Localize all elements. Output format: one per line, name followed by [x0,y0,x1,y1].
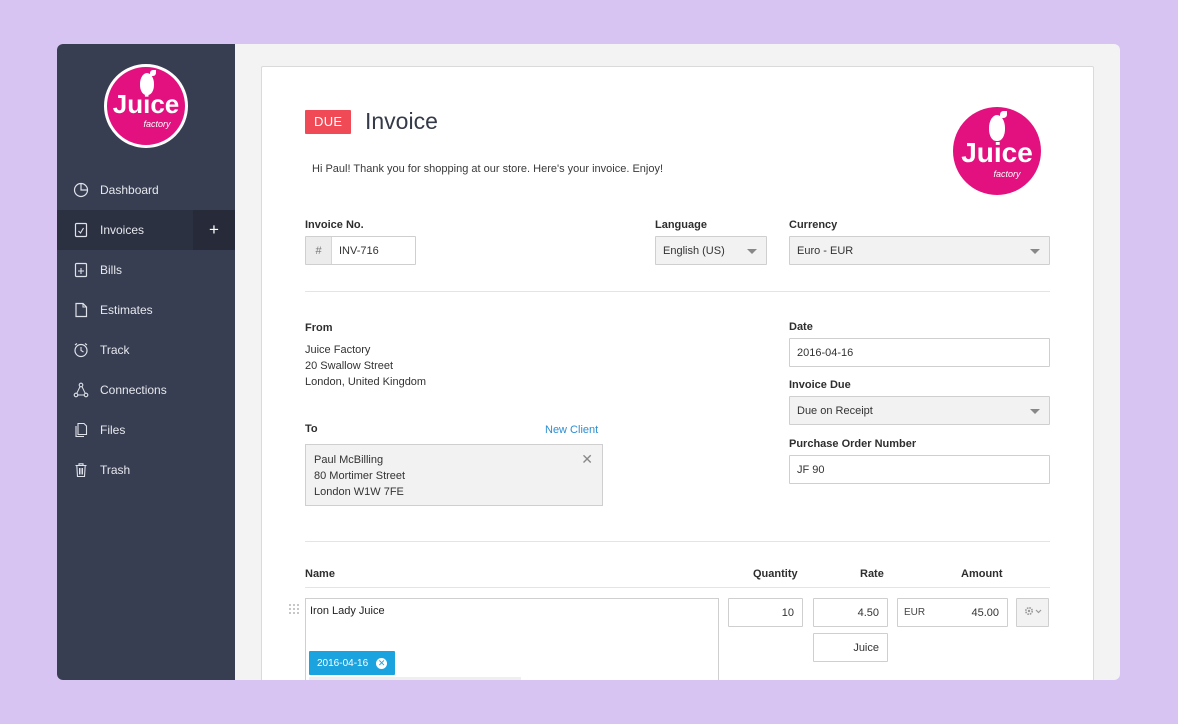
chevron-down-icon [1030,249,1040,254]
logo-word: Juice [961,137,1033,168]
address-line: 20 Swallow Street [305,360,394,372]
sidebar-nav: Dashboard Invoices + Bills Estimates Tra… [57,170,235,490]
invoice-due-value: Due on Receipt [797,404,873,417]
chevron-down-icon [1030,409,1040,414]
address-line: London, United Kingdom [305,376,427,388]
trash-icon [73,462,89,478]
address-line: 80 Mortimer Street [314,470,406,482]
rate-value: 4.50 [857,606,879,619]
add-invoice-button[interactable]: + [193,210,235,250]
invoice-number-value: INV-716 [339,244,379,257]
date-value: 2016-04-16 [797,346,854,359]
gear-icon [1023,604,1043,622]
purchase-order-input[interactable]: JF 90 [789,455,1050,484]
placeholder-bar [309,677,521,680]
remove-tag-icon[interactable]: ✕ [376,657,388,669]
invoice-number-label: Invoice No. [305,219,364,231]
language-value: English (US) [663,244,725,257]
app-window: Juice factory Dashboard Invoices + Bills… [57,44,1120,680]
address-line: Paul McBilling [314,454,384,466]
quantity-value: 10 [781,606,794,619]
connections-icon [73,382,89,398]
unit-input[interactable]: Juice [813,633,888,662]
currency-select[interactable]: Euro - EUR [789,236,1050,265]
juice-factory-logo[interactable]: Juice factory [104,64,188,148]
invoice-due-label: Invoice Due [789,379,851,391]
sidebar-item-label: Connections [100,383,167,397]
quantity-input[interactable]: 10 [728,598,803,627]
address-line: London W1W 7FE [314,486,404,498]
sidebar-item-label: Dashboard [100,183,159,197]
address-line: Juice Factory [305,344,371,356]
sidebar-item-trash[interactable]: Trash [57,450,235,490]
sidebar-item-label: Bills [100,263,123,277]
clock-icon [73,342,89,358]
hash-prefix: # [306,237,332,264]
sidebar-item-invoices[interactable]: Invoices + [57,210,235,250]
sidebar-item-label: Trash [100,463,131,477]
invoice-card: DUE Invoice Hi Paul! Thank you for shopp… [261,66,1094,680]
close-icon[interactable]: ✕ [581,451,593,467]
status-badge: DUE [305,110,352,134]
sidebar-item-track[interactable]: Track [57,330,235,370]
sidebar-item-label: Files [100,423,126,437]
invoice-due-select[interactable]: Due on Receipt [789,396,1050,425]
language-select[interactable]: English (US) [655,236,767,265]
amount-value: 45.00 [971,606,999,619]
logo-subtitle: factory [143,119,171,129]
greeting-message[interactable]: Hi Paul! Thank you for shopping at our s… [312,163,663,175]
date-tag-label: 2016-04-16 [317,657,369,669]
section-divider [305,291,1050,292]
column-header-name: Name [305,568,335,580]
amount-field[interactable]: EUR 45.00 [897,598,1008,627]
table-header-divider [305,587,1050,588]
currency-label: Currency [789,219,838,231]
section-divider [305,541,1050,542]
column-header-amount: Amount [961,568,1003,580]
row-settings-button[interactable] [1016,598,1049,627]
sidebar-item-connections[interactable]: Connections [57,370,235,410]
company-logo[interactable]: Juice factory [953,107,1041,195]
date-label: Date [789,321,813,333]
files-icon [73,422,89,438]
currency-value: Euro - EUR [797,244,854,257]
item-name-value: Iron Lady Juice [310,605,385,617]
new-client-link[interactable]: New Client [545,424,598,436]
date-input[interactable]: 2016-04-16 [789,338,1050,367]
invoice-number-input[interactable]: # INV-716 [305,236,416,265]
purchase-order-label: Purchase Order Number [789,438,917,450]
sidebar-item-files[interactable]: Files [57,410,235,450]
document-icon [73,302,89,318]
unit-value: Juice [853,641,879,654]
sidebar-item-label: Invoices [100,223,145,237]
language-label: Language [655,219,707,231]
logo-subtitle: factory [993,169,1021,179]
invoice-icon [73,222,89,238]
from-address[interactable]: Juice Factory 20 Swallow Street London, … [305,342,426,390]
to-label: To [305,423,318,435]
client-address-box[interactable]: Paul McBilling 80 Mortimer Street London… [305,444,603,506]
rate-input[interactable]: 4.50 [813,598,888,627]
purchase-order-value: JF 90 [797,463,825,476]
from-label: From [305,322,333,334]
drag-handle-icon[interactable] [288,603,300,617]
page-title: Invoice [365,108,438,134]
sidebar: Juice factory Dashboard Invoices + Bills… [57,44,235,680]
column-header-quantity: Quantity [753,568,798,580]
amount-currency: EUR [904,607,926,618]
chevron-down-icon [747,249,757,254]
bill-icon [73,262,89,278]
sidebar-item-bills[interactable]: Bills [57,250,235,290]
column-header-rate: Rate [860,568,884,580]
logo-word: Juice [112,89,180,119]
sidebar-item-estimates[interactable]: Estimates [57,290,235,330]
sidebar-item-label: Track [100,343,130,357]
pie-chart-icon [73,182,89,198]
sidebar-item-dashboard[interactable]: Dashboard [57,170,235,210]
date-tag[interactable]: 2016-04-16 ✕ [309,651,396,675]
sidebar-item-label: Estimates [100,303,153,317]
